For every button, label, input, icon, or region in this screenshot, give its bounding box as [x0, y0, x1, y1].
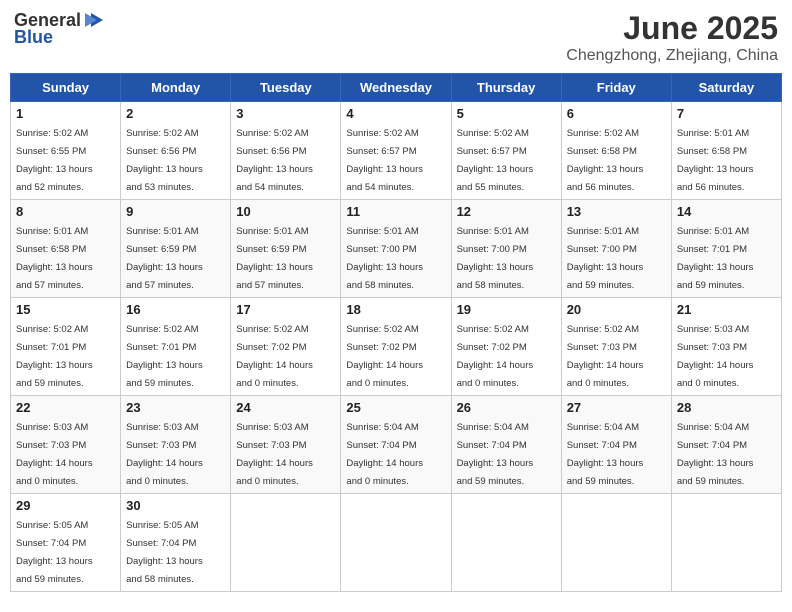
logo-blue-text: Blue	[14, 27, 53, 48]
day-14: 14 Sunrise: 5:01 AMSunset: 7:01 PMDaylig…	[671, 200, 781, 298]
day-9: 9 Sunrise: 5:01 AMSunset: 6:59 PMDayligh…	[121, 200, 231, 298]
day-19: 19 Sunrise: 5:02 AMSunset: 7:02 PMDaylig…	[451, 298, 561, 396]
week-1: 1 Sunrise: 5:02 AMSunset: 6:55 PMDayligh…	[11, 102, 782, 200]
empty-cell-2	[341, 494, 451, 592]
week-2: 8 Sunrise: 5:01 AMSunset: 6:58 PMDayligh…	[11, 200, 782, 298]
header-tuesday: Tuesday	[231, 74, 341, 102]
day-30: 30 Sunrise: 5:05 AMSunset: 7:04 PMDaylig…	[121, 494, 231, 592]
day-17: 17 Sunrise: 5:02 AMSunset: 7:02 PMDaylig…	[231, 298, 341, 396]
logo: General Blue	[14, 10, 105, 48]
week-4: 22 Sunrise: 5:03 AMSunset: 7:03 PMDaylig…	[11, 396, 782, 494]
calendar-title: June 2025	[566, 10, 778, 47]
day-28: 28 Sunrise: 5:04 AMSunset: 7:04 PMDaylig…	[671, 396, 781, 494]
empty-cell-1	[231, 494, 341, 592]
title-area: June 2025 Chengzhong, Zhejiang, China	[566, 10, 778, 65]
day-5: 5 Sunrise: 5:02 AMSunset: 6:57 PMDayligh…	[451, 102, 561, 200]
day-12: 12 Sunrise: 5:01 AMSunset: 7:00 PMDaylig…	[451, 200, 561, 298]
header-saturday: Saturday	[671, 74, 781, 102]
day-27: 27 Sunrise: 5:04 AMSunset: 7:04 PMDaylig…	[561, 396, 671, 494]
header-monday: Monday	[121, 74, 231, 102]
day-2: 2 Sunrise: 5:02 AMSunset: 6:56 PMDayligh…	[121, 102, 231, 200]
day-11: 11 Sunrise: 5:01 AMSunset: 7:00 PMDaylig…	[341, 200, 451, 298]
day-4: 4 Sunrise: 5:02 AMSunset: 6:57 PMDayligh…	[341, 102, 451, 200]
logo-icon	[83, 9, 105, 31]
calendar-table: Sunday Monday Tuesday Wednesday Thursday…	[10, 73, 782, 592]
day-24: 24 Sunrise: 5:03 AMSunset: 7:03 PMDaylig…	[231, 396, 341, 494]
day-16: 16 Sunrise: 5:02 AMSunset: 7:01 PMDaylig…	[121, 298, 231, 396]
day-25: 25 Sunrise: 5:04 AMSunset: 7:04 PMDaylig…	[341, 396, 451, 494]
day-18: 18 Sunrise: 5:02 AMSunset: 7:02 PMDaylig…	[341, 298, 451, 396]
header: General Blue June 2025 Chengzhong, Zheji…	[10, 10, 782, 65]
day-20: 20 Sunrise: 5:02 AMSunset: 7:03 PMDaylig…	[561, 298, 671, 396]
day-7: 7 Sunrise: 5:01 AMSunset: 6:58 PMDayligh…	[671, 102, 781, 200]
day-13: 13 Sunrise: 5:01 AMSunset: 7:00 PMDaylig…	[561, 200, 671, 298]
calendar-subtitle: Chengzhong, Zhejiang, China	[566, 47, 778, 65]
day-29: 29 Sunrise: 5:05 AMSunset: 7:04 PMDaylig…	[11, 494, 121, 592]
day-10: 10 Sunrise: 5:01 AMSunset: 6:59 PMDaylig…	[231, 200, 341, 298]
day-15: 15 Sunrise: 5:02 AMSunset: 7:01 PMDaylig…	[11, 298, 121, 396]
weekday-header-row: Sunday Monday Tuesday Wednesday Thursday…	[11, 74, 782, 102]
week-5: 29 Sunrise: 5:05 AMSunset: 7:04 PMDaylig…	[11, 494, 782, 592]
header-sunday: Sunday	[11, 74, 121, 102]
day-26: 26 Sunrise: 5:04 AMSunset: 7:04 PMDaylig…	[451, 396, 561, 494]
header-friday: Friday	[561, 74, 671, 102]
header-wednesday: Wednesday	[341, 74, 451, 102]
week-3: 15 Sunrise: 5:02 AMSunset: 7:01 PMDaylig…	[11, 298, 782, 396]
day-3: 3 Sunrise: 5:02 AMSunset: 6:56 PMDayligh…	[231, 102, 341, 200]
day-8: 8 Sunrise: 5:01 AMSunset: 6:58 PMDayligh…	[11, 200, 121, 298]
empty-cell-5	[671, 494, 781, 592]
day-1: 1 Sunrise: 5:02 AMSunset: 6:55 PMDayligh…	[11, 102, 121, 200]
day-23: 23 Sunrise: 5:03 AMSunset: 7:03 PMDaylig…	[121, 396, 231, 494]
day-22: 22 Sunrise: 5:03 AMSunset: 7:03 PMDaylig…	[11, 396, 121, 494]
day-6: 6 Sunrise: 5:02 AMSunset: 6:58 PMDayligh…	[561, 102, 671, 200]
header-thursday: Thursday	[451, 74, 561, 102]
day-21: 21 Sunrise: 5:03 AMSunset: 7:03 PMDaylig…	[671, 298, 781, 396]
empty-cell-3	[451, 494, 561, 592]
empty-cell-4	[561, 494, 671, 592]
